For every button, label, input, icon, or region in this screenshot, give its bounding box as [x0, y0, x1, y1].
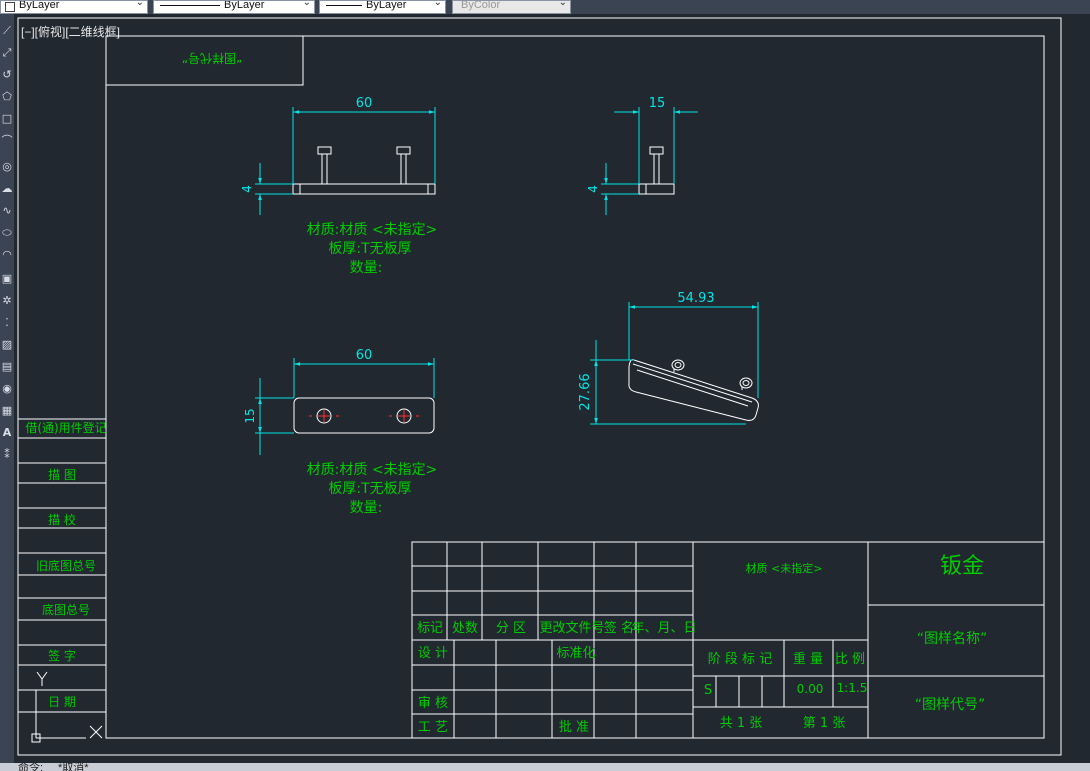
note-thickness-2: 板厚:T无板厚 [328, 481, 411, 497]
side-width-label: 15 [649, 96, 666, 111]
front-dimensions [255, 107, 436, 215]
iso-width-label: 54.93 [677, 291, 714, 306]
tb-review: 审 核 [418, 696, 448, 711]
note-material-2: 材质:材质 <未指定> [307, 462, 438, 478]
iso-dimensions [590, 302, 759, 425]
command-line[interactable]: 命令: *取消* [0, 763, 1090, 771]
tb-design: 设 计 [418, 646, 448, 661]
tb-count: 处数 [452, 621, 478, 636]
front-thickness-label: 4 [240, 185, 254, 193]
top-dimensions [255, 358, 435, 455]
side-row-1: 描 图 [48, 468, 76, 482]
tb-sheet-no: 第 1 张 [803, 716, 846, 731]
front-view [292, 146, 436, 195]
tb-weight: 重 量 [793, 651, 823, 667]
center-marks [309, 410, 419, 422]
top-width-label: 60 [356, 348, 373, 363]
side-row-0: 借(通)用件登记 [25, 420, 106, 435]
tb-drawing-name: “图样名称” [917, 631, 988, 647]
note-quantity-2: 数量: [350, 500, 383, 516]
tb-mark: 标记 [417, 621, 443, 636]
side-row-3: 旧底图总号 [36, 558, 96, 573]
tb-process: 工 艺 [418, 720, 448, 735]
side-thickness-label: 4 [586, 185, 600, 193]
iso-view [628, 359, 759, 421]
front-width-label: 60 [356, 96, 373, 111]
command-prefix: 命令: [18, 763, 44, 771]
tb-stage: 阶 段 标 记 [708, 652, 772, 667]
side-row-5: 签 字 [48, 648, 76, 663]
tb-zone: 分 区 [496, 621, 526, 636]
tb-drawing-code: “图样代号” [915, 697, 986, 713]
tb-standard: 标准化 [556, 646, 595, 661]
outer-frame [17, 17, 1062, 756]
note-material-1: 材质:材质 <未指定> [307, 222, 438, 238]
note-thickness-1: 板厚:T无板厚 [328, 241, 411, 257]
tb-approve: 批 准 [559, 720, 589, 735]
side-row-2: 描 校 [48, 512, 76, 527]
tb-name-big: 钣金 [940, 554, 984, 579]
side-view [638, 146, 675, 195]
side-row-6: 日 期 [48, 695, 76, 709]
code-box-text: “图样代号” [182, 51, 242, 66]
tb-date: 年、月、日 [631, 621, 696, 636]
tb-doc: 更改文件号 [539, 621, 604, 636]
iso-height-label: 27.66 [578, 373, 593, 410]
tb-sign: 签 名 [604, 620, 634, 636]
command-text: *取消* [58, 763, 89, 771]
top-view [293, 397, 435, 434]
tb-sheets-total: 共 1 张 [720, 716, 763, 731]
tb-scale-value: 1:1.5 [837, 681, 868, 695]
note-quantity-1: 数量: [350, 260, 383, 276]
tb-s-mark: S [704, 683, 712, 698]
tb-weight-value: 0.00 [797, 682, 824, 696]
tb-scale: 比 例 [835, 652, 865, 667]
side-row-4: 底图总号 [42, 602, 90, 617]
top-height-label: 15 [243, 408, 257, 423]
tb-material: 材质 <未指定> [746, 561, 823, 575]
drawing-canvas: “图样代号” 借(通)用件登记 描 图 描 校 旧底图总号 底图总号 签 字 日… [17, 17, 1062, 756]
side-dimensions [601, 107, 698, 215]
